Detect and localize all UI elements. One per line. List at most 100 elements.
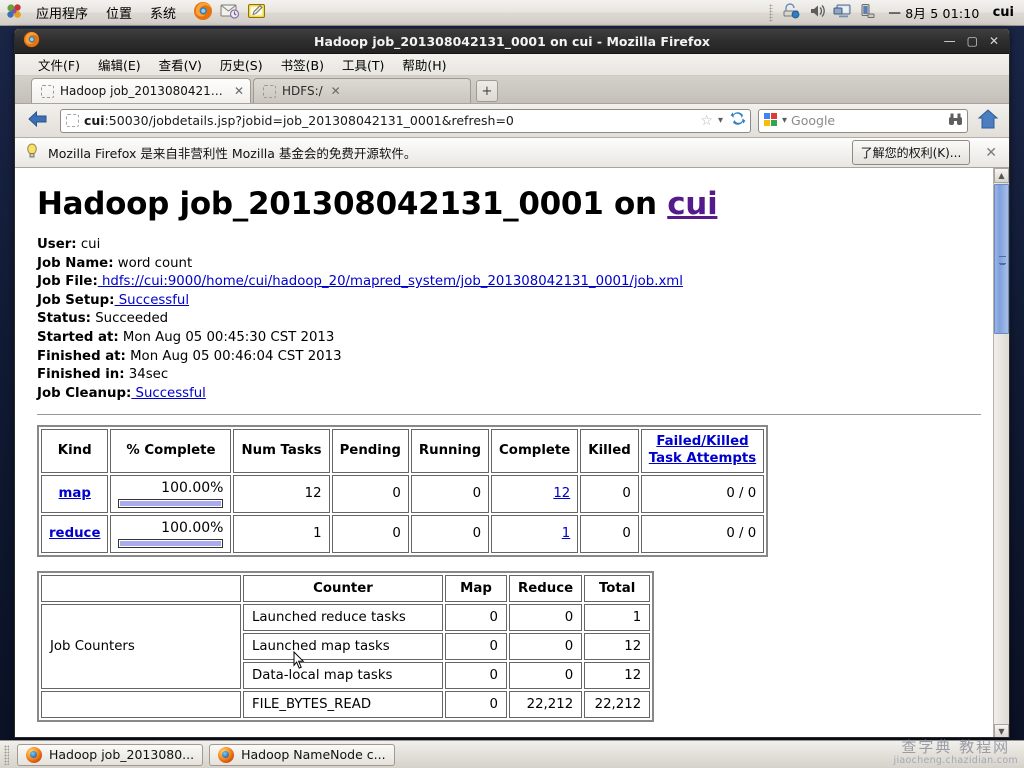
label-job-cleanup: Job Cleanup: xyxy=(37,385,132,401)
table-row: FILE_BYTES_READ 0 22,212 22,212 xyxy=(41,690,651,718)
display-icon[interactable] xyxy=(833,3,852,22)
know-your-rights-button[interactable]: 了解您的权利(K)... xyxy=(851,140,971,165)
email-launcher-icon[interactable] xyxy=(220,2,240,23)
cell-counter-name: Launched map tasks xyxy=(243,632,443,660)
cell-reduce-value: 22,212 xyxy=(509,690,583,718)
tab-hdfs[interactable]: HDFS:/ ✕ xyxy=(253,78,471,103)
jobtracker-host-link[interactable]: cui xyxy=(667,186,717,222)
tab-close-icon[interactable]: ✕ xyxy=(331,84,341,98)
navigation-toolbar: cui:50030/jobdetails.jsp?jobid=job_20130… xyxy=(15,104,1009,138)
bookmark-star-icon[interactable]: ☆ xyxy=(700,113,713,129)
firefox-icon xyxy=(26,746,42,763)
failed-killed-header-link[interactable]: Failed/Killed Task Attempts xyxy=(649,434,756,467)
col-percent-complete: % Complete xyxy=(110,429,232,473)
scroll-down-arrow-icon[interactable]: ▼ xyxy=(994,724,1009,737)
col-reduce: Reduce xyxy=(509,574,583,602)
home-icon[interactable] xyxy=(975,108,1001,134)
panel-menu-system[interactable]: 系统 xyxy=(142,1,184,24)
taskbar-item-hadoop-job[interactable]: Hadoop job_2013080... xyxy=(17,743,204,766)
cell-failed-killed: 0 / 0 xyxy=(640,474,765,513)
firefox-launcher-icon[interactable] xyxy=(193,1,213,24)
scrollbar-thumb[interactable] xyxy=(994,184,1009,334)
job-file-link[interactable]: hdfs://cui:9000/home/cui/hadoop_20/mapre… xyxy=(98,274,683,289)
cell-total-value: 1 xyxy=(584,603,651,631)
panel-menu-applications[interactable]: 应用程序 xyxy=(28,1,96,24)
taskbar-item-label: Hadoop job_2013080... xyxy=(49,747,195,762)
menu-view[interactable]: 查看(V) xyxy=(150,53,211,76)
binoculars-icon[interactable] xyxy=(948,112,963,129)
text-editor-launcher-icon[interactable] xyxy=(247,2,267,23)
cell-kind: reduce xyxy=(41,514,109,553)
job-info-list: User: cui Job Name: word count Job File:… xyxy=(37,236,981,403)
panel-clock[interactable]: 一 8月 5 01:10 xyxy=(882,3,985,22)
panel-username[interactable]: cui xyxy=(993,5,1016,20)
cell-kind: map xyxy=(41,474,109,513)
minimize-button[interactable]: — xyxy=(944,35,956,47)
google-search-engine-icon[interactable] xyxy=(763,111,778,130)
menu-bookmarks[interactable]: 书签(B) xyxy=(272,53,333,76)
menu-file[interactable]: 文件(F) xyxy=(29,53,89,76)
search-input[interactable]: Google xyxy=(791,113,944,128)
battery-icon[interactable] xyxy=(859,3,875,22)
maximize-button[interactable]: ▢ xyxy=(967,35,978,47)
complete-count-link[interactable]: 1 xyxy=(562,526,570,541)
url-bar[interactable]: cui:50030/jobdetails.jsp?jobid=job_20130… xyxy=(60,108,751,133)
job-info-job-setup: Job Setup: Successful xyxy=(37,292,981,311)
cell-reduce-value: 0 xyxy=(509,603,583,631)
reload-icon[interactable] xyxy=(730,111,746,130)
network-icon[interactable] xyxy=(783,3,802,22)
cell-total-value: 22,212 xyxy=(584,690,651,718)
vertical-scrollbar[interactable]: ▲ ▼ xyxy=(993,168,1009,737)
col-group-blank xyxy=(41,574,241,602)
menu-history[interactable]: 历史(S) xyxy=(211,53,272,76)
value-finished-at: Mon Aug 05 00:46:04 CST 2013 xyxy=(125,348,342,364)
new-tab-button[interactable]: + xyxy=(476,80,498,102)
cell-total-value: 12 xyxy=(584,632,651,660)
col-total: Total xyxy=(584,574,651,602)
complete-count-link[interactable]: 12 xyxy=(553,486,570,501)
scroll-up-arrow-icon[interactable]: ▲ xyxy=(994,168,1009,183)
cell-killed: 0 xyxy=(580,474,639,513)
menu-tools[interactable]: 工具(T) xyxy=(333,53,393,76)
job-setup-link[interactable]: Successful xyxy=(114,293,189,308)
page-title-text: Hadoop job_201308042131_0001 on xyxy=(37,186,668,222)
cell-complete: 12 xyxy=(491,474,579,513)
tab-hadoop-job[interactable]: Hadoop job_201308042131_... ✕ xyxy=(31,78,251,103)
back-button-icon[interactable] xyxy=(23,109,53,133)
cell-pending: 0 xyxy=(331,474,409,513)
watermark: 查字典 教程网 jiaocheng.chazidian.com xyxy=(894,740,1019,766)
map-tasks-link[interactable]: map xyxy=(59,486,91,501)
volume-icon[interactable] xyxy=(809,3,826,22)
job-info-status: Status: Succeeded xyxy=(37,310,981,329)
search-engine-chevron-down-icon[interactable]: ▾ xyxy=(782,115,787,126)
window-titlebar: Hadoop job_201308042131_0001 on cui - Mo… xyxy=(15,29,1009,54)
reduce-tasks-link[interactable]: reduce xyxy=(49,526,100,541)
cell-killed: 0 xyxy=(580,514,639,553)
col-counter: Counter xyxy=(243,574,443,602)
search-bar[interactable]: ▾ Google xyxy=(758,108,968,133)
panel-separator xyxy=(769,3,774,22)
taskbar-item-hadoop-namenode[interactable]: Hadoop NameNode c... xyxy=(209,743,395,766)
menu-edit[interactable]: 编辑(E) xyxy=(89,53,150,76)
label-user: User: xyxy=(37,237,77,252)
job-cleanup-link[interactable]: Successful xyxy=(131,386,206,401)
gnome-foot-icon[interactable] xyxy=(6,3,23,23)
job-info-finished-in: Finished in: 34sec xyxy=(37,366,981,385)
url-path: :50030/jobdetails.jsp?jobid=job_20130804… xyxy=(104,113,514,128)
cell-total-value: 12 xyxy=(584,661,651,689)
panel-menu-places[interactable]: 位置 xyxy=(98,1,140,24)
tab-strip: Hadoop job_201308042131_... ✕ HDFS:/ ✕ + xyxy=(15,76,1009,104)
notification-message: Mozilla Firefox 是来自非营利性 Mozilla 基金会的免费开源… xyxy=(48,146,417,161)
taskbar: Hadoop job_2013080... Hadoop NameNode c.… xyxy=(0,740,1024,768)
bookmark-chevron-down-icon[interactable]: ▾ xyxy=(718,115,723,126)
cell-failed-killed: 0 / 0 xyxy=(640,514,765,553)
menu-help[interactable]: 帮助(H) xyxy=(393,53,455,76)
label-job-setup: Job Setup: xyxy=(37,292,115,308)
col-map: Map xyxy=(445,574,507,602)
taskbar-item-label: Hadoop NameNode c... xyxy=(241,747,386,762)
close-button[interactable]: ✕ xyxy=(989,35,999,47)
tab-close-icon[interactable]: ✕ xyxy=(234,84,244,98)
notification-close-icon[interactable]: ✕ xyxy=(979,145,1003,161)
job-info-job-file: Job File: hdfs://cui:9000/home/cui/hadoo… xyxy=(37,273,981,292)
label-job-file: Job File: xyxy=(37,274,98,290)
